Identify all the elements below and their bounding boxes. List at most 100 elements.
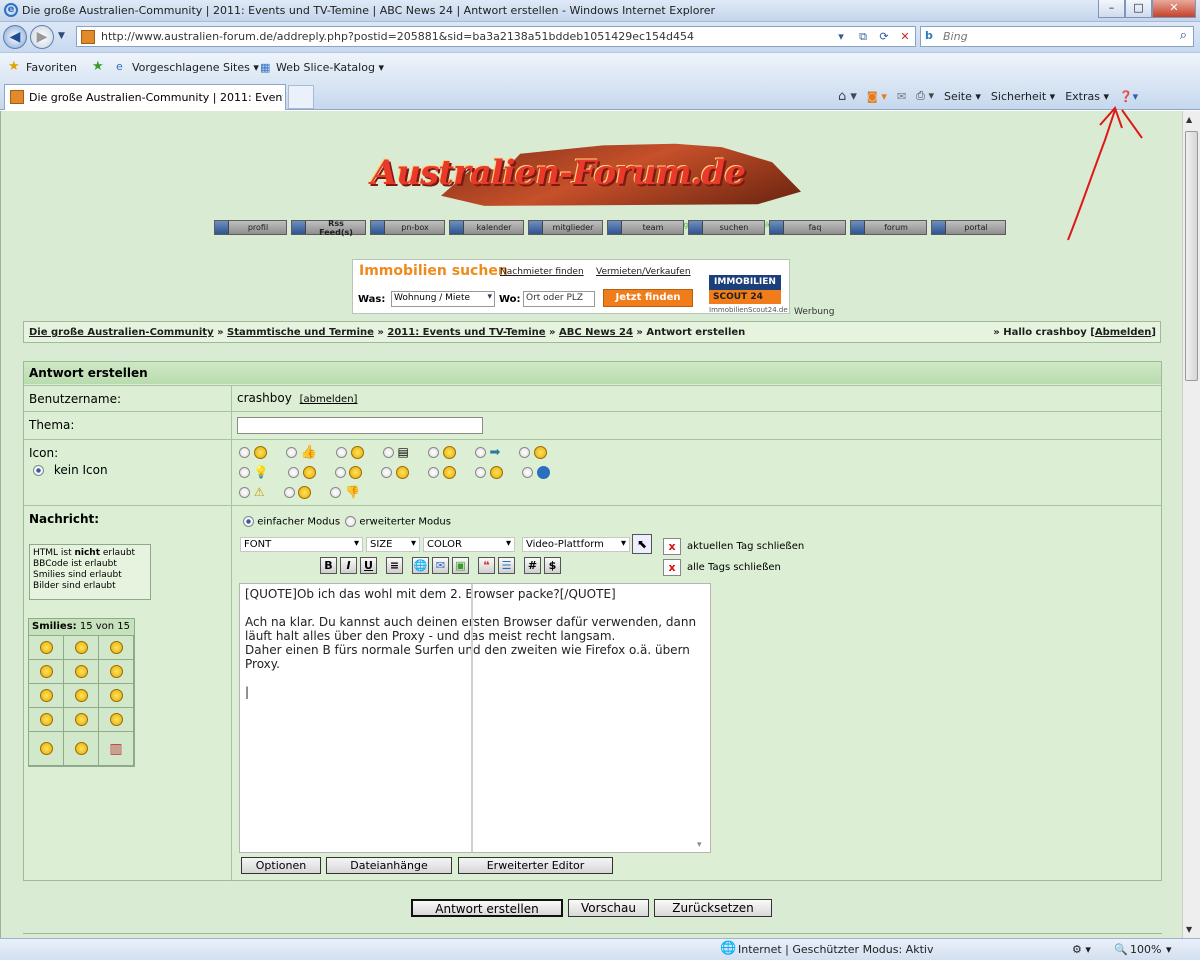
email-icon[interactable]: ✉ — [432, 557, 449, 574]
icon-radio[interactable] — [474, 447, 486, 458]
php-button[interactable]: $ — [544, 557, 561, 574]
icon-radio[interactable] — [334, 467, 346, 478]
ad-wo-input[interactable]: Ort oder PLZ — [523, 291, 595, 307]
message-textarea[interactable]: [QUOTE]Ob ich das wohl mit dem 2. Browse… — [239, 583, 711, 853]
tab-active[interactable]: Die große Australien-Community | 2011: E… — [4, 84, 286, 110]
attachments-button[interactable]: Dateianhänge — [326, 857, 452, 874]
home-icon[interactable]: ⌂ ▾ — [838, 89, 857, 104]
nav-pnbox-button[interactable]: pn-box — [370, 220, 445, 235]
breadcrumb-stammtische[interactable]: Stammtische und Termine — [227, 327, 374, 338]
mode-extended-radio[interactable] — [345, 516, 357, 527]
icon-radio[interactable] — [428, 467, 440, 478]
abmelden-link[interactable]: [abmelden] — [300, 394, 358, 405]
smiley-sad-icon[interactable] — [109, 665, 123, 678]
refresh-icon[interactable]: ⟳ — [874, 28, 894, 45]
size-select[interactable]: SIZE — [366, 537, 420, 552]
zoom-level[interactable]: 100% — [1130, 943, 1161, 956]
forum-logo[interactable]: Australien-Forum.de Copyright 2003 by 3D… — [371, 131, 815, 231]
ad-link-nachmieter[interactable]: Nachmieter finden — [500, 267, 584, 277]
smiley-wall-icon[interactable]: ▥ — [109, 741, 122, 757]
list-icon[interactable]: ☰ — [498, 557, 515, 574]
immoscout-logo[interactable]: IMMOBILIEN SCOUT 24 ImmobilienScout24.de — [705, 263, 788, 314]
smiley-laugh-icon[interactable] — [39, 689, 53, 702]
color-select[interactable]: COLOR — [423, 537, 515, 552]
icon-radio[interactable] — [427, 447, 439, 458]
icon-radio[interactable] — [475, 467, 487, 478]
code-button[interactable]: # — [524, 557, 541, 574]
smiley-smile-icon[interactable] — [39, 665, 53, 678]
rss-feed-icon[interactable]: ◙ ▾ — [867, 90, 887, 103]
page-scrollbar[interactable]: ▲ ▼ — [1182, 111, 1200, 938]
quote-icon[interactable]: ❝ — [478, 557, 495, 574]
safety-menu[interactable]: Sicherheit ▾ — [991, 90, 1055, 103]
ad-was-select[interactable]: Wohnung / Miete ▾ — [391, 291, 495, 307]
options-button[interactable]: Optionen — [241, 857, 321, 874]
icon-radio[interactable] — [330, 487, 342, 498]
minimize-button[interactable]: – — [1098, 0, 1125, 18]
webslice-gallery-link[interactable]: Web Slice-Katalog ▾ — [276, 61, 384, 74]
address-bar[interactable]: http://www.australien-forum.de/addreply.… — [76, 26, 916, 47]
italic-button[interactable]: I — [340, 557, 357, 574]
icon-radio[interactable] — [287, 467, 299, 478]
breadcrumb-abc-news[interactable]: ABC News 24 — [559, 327, 633, 338]
print-icon[interactable]: ⎙ ▾ — [916, 89, 934, 103]
icon-radio[interactable] — [519, 447, 531, 458]
align-center-icon[interactable]: ≡ — [386, 557, 403, 574]
protected-mode-icon[interactable]: ⚙ ▾ — [1072, 943, 1091, 956]
smiley-happy-icon[interactable] — [39, 641, 53, 654]
icon-radio[interactable] — [239, 447, 250, 458]
smiley-wink-icon[interactable] — [74, 665, 88, 678]
mode-simple-radio[interactable] — [243, 516, 254, 527]
close-all-tags-button[interactable]: x — [663, 559, 681, 576]
submit-reply-button[interactable]: Antwort erstellen — [411, 899, 563, 917]
nav-suchen-button[interactable]: suchen — [688, 220, 765, 235]
smiley-shocked-icon[interactable] — [39, 713, 53, 726]
favorites-button[interactable]: Favoriten — [26, 61, 77, 74]
advanced-editor-button[interactable]: Erweiterter Editor — [458, 857, 613, 874]
smiley-cool-icon[interactable] — [109, 713, 123, 726]
nav-forum-button[interactable]: forum — [850, 220, 927, 235]
smiley-sleepy-icon[interactable] — [74, 742, 88, 755]
new-tab-button[interactable] — [288, 85, 314, 109]
search-input[interactable] — [943, 29, 1163, 44]
address-url[interactable]: http://www.australien-forum.de/addreply.… — [101, 30, 694, 43]
nav-profil-button[interactable]: profil — [214, 220, 287, 235]
security-zone-text[interactable]: Internet | Geschützter Modus: Aktiv — [738, 943, 933, 956]
topic-input[interactable] — [237, 417, 483, 434]
underline-button[interactable]: U — [360, 557, 377, 574]
font-select[interactable]: FONT — [240, 537, 363, 552]
forward-button[interactable]: ▶ — [30, 25, 54, 49]
smiley-confused-icon[interactable] — [74, 641, 88, 654]
bold-button[interactable]: B — [320, 557, 337, 574]
page-menu[interactable]: Seite ▾ — [944, 90, 981, 103]
nav-kalender-button[interactable]: kalender — [449, 220, 524, 235]
nav-faq-button[interactable]: faq — [769, 220, 846, 235]
maximize-button[interactable]: □ — [1125, 0, 1152, 18]
scroll-thumb[interactable] — [1185, 131, 1198, 381]
search-box[interactable]: b ⌕ — [920, 26, 1194, 47]
smiley-blush-icon[interactable] — [39, 742, 53, 755]
textarea-scroll-down-icon[interactable]: ▾ — [697, 840, 702, 850]
video-platform-select[interactable]: Video-Plattform — [522, 537, 630, 552]
suggested-sites-link[interactable]: Vorgeschlagene Sites ▾ — [132, 61, 259, 74]
scroll-down-icon[interactable]: ▼ — [1186, 925, 1192, 934]
nav-mitglieder-button[interactable]: mitglieder — [528, 220, 603, 235]
smiley-surprised-icon[interactable] — [74, 689, 88, 702]
back-button[interactable]: ◀ — [3, 25, 27, 49]
stop-icon[interactable]: ✕ — [895, 28, 915, 45]
smiley-grin-icon[interactable] — [109, 641, 123, 654]
search-icon[interactable]: ⌕ — [1180, 28, 1187, 43]
smiley-neutral-icon[interactable] — [74, 713, 88, 726]
smiley-angry-icon[interactable] — [109, 689, 123, 702]
nav-team-button[interactable]: team — [607, 220, 684, 235]
no-icon-radio[interactable] — [33, 465, 44, 476]
icon-radio[interactable] — [283, 487, 295, 498]
icon-radio[interactable] — [335, 447, 347, 458]
nav-portal-button[interactable]: portal — [931, 220, 1006, 235]
logout-link[interactable]: Abmelden — [1095, 327, 1152, 338]
breadcrumb-community[interactable]: Die große Australien-Community — [29, 327, 214, 338]
compatibility-view-icon[interactable]: ⧉ — [853, 28, 873, 45]
scroll-up-icon[interactable]: ▲ — [1186, 115, 1192, 124]
icon-radio[interactable] — [382, 447, 394, 458]
cursor-help-icon[interactable]: ⬉ — [632, 534, 652, 554]
